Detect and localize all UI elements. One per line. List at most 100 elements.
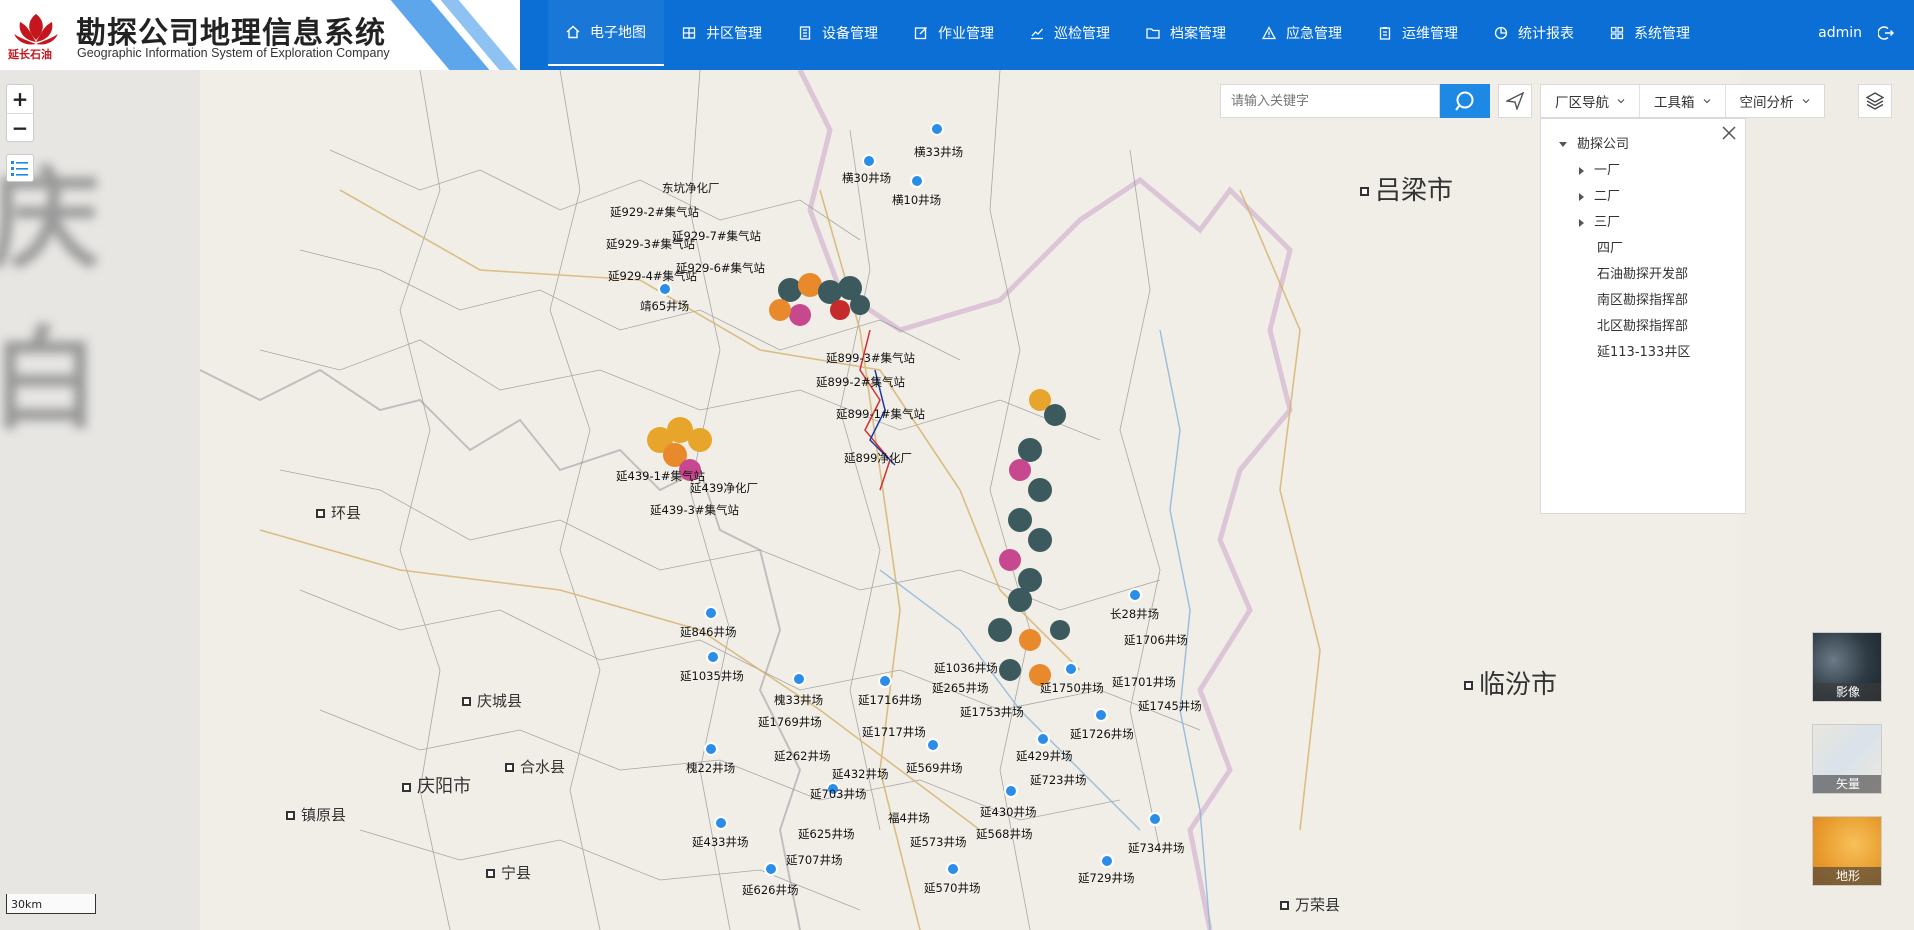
well-site-icon[interactable] (910, 174, 924, 188)
site-label[interactable]: 延439-3#集气站 (650, 502, 739, 518)
site-label[interactable]: 横33井场 (914, 144, 963, 160)
search-input[interactable] (1220, 84, 1440, 118)
tree-node-plant-4[interactable]: 四厂 (1597, 237, 1623, 256)
site-label[interactable]: 靖65井场 (640, 298, 689, 314)
site-label[interactable]: 延1745井场 (1138, 698, 1202, 714)
site-label[interactable]: 延262井场 (774, 748, 830, 764)
well-site-icon[interactable] (1094, 708, 1108, 722)
well-site-icon[interactable] (862, 154, 876, 168)
well-site-icon[interactable] (930, 122, 944, 136)
site-label[interactable]: 槐33井场 (774, 692, 823, 708)
zoom-in-button[interactable]: + (7, 85, 33, 113)
nav-item-electronic-map[interactable]: 电子地图 (548, 0, 664, 66)
site-label[interactable]: 延846井场 (680, 624, 736, 640)
username[interactable]: admin (1818, 25, 1862, 41)
nav-item-emergency[interactable]: 应急管理 (1244, 0, 1360, 66)
close-icon[interactable] (1721, 125, 1737, 141)
site-label[interactable]: 延1036井场 (934, 660, 998, 676)
site-label[interactable]: 延1717井场 (862, 724, 926, 740)
nav-item-operation[interactable]: 作业管理 (896, 0, 1012, 66)
well-site-icon[interactable] (1100, 854, 1114, 868)
well-site-icon[interactable] (878, 674, 892, 688)
site-label[interactable]: 延1035井场 (680, 668, 744, 684)
site-label[interactable]: 延429井场 (1016, 748, 1072, 764)
site-label[interactable]: 延703井场 (810, 786, 866, 802)
site-label[interactable]: 延430井场 (980, 804, 1036, 820)
nav-item-statistics[interactable]: 统计报表 (1476, 0, 1592, 66)
legend-button[interactable] (6, 154, 34, 182)
basemap-imagery-button[interactable]: 影像 (1812, 632, 1882, 702)
well-site-icon[interactable] (764, 862, 778, 876)
toolbox-dropdown[interactable]: 工具箱 (1640, 85, 1726, 117)
site-label[interactable]: 长28井场 (1110, 606, 1159, 622)
site-label[interactable]: 槐22井场 (686, 760, 735, 776)
site-label[interactable]: 横30井场 (842, 170, 891, 186)
search-button[interactable] (1440, 84, 1490, 118)
well-site-icon[interactable] (946, 862, 960, 876)
well-site-icon[interactable] (1004, 784, 1018, 798)
plant-nav-dropdown[interactable]: 厂区导航 (1541, 85, 1640, 117)
tree-node-north-command[interactable]: 北区勘探指挥部 (1597, 315, 1688, 334)
site-label[interactable]: 延929-2#集气站 (610, 204, 699, 220)
well-site-icon[interactable] (926, 738, 940, 752)
basemap-vector-button[interactable]: 矢量 (1812, 724, 1882, 794)
site-label[interactable]: 福4井场 (888, 810, 930, 826)
well-site-icon[interactable] (1064, 662, 1078, 676)
site-label[interactable]: 延929-7#集气站 (672, 228, 761, 244)
site-label[interactable]: 延569井场 (906, 760, 962, 776)
nav-item-maintenance[interactable]: 运维管理 (1360, 0, 1476, 66)
well-site-icon[interactable] (792, 672, 806, 686)
site-label[interactable]: 延1750井场 (1040, 680, 1104, 696)
well-site-icon[interactable] (706, 650, 720, 664)
site-label[interactable]: 延570井场 (924, 880, 980, 896)
map-canvas[interactable]: 庆白 吕梁市 临汾市 庆阳市 环县 庆城县 合水县 镇原县 宁县 万荣县 横33… (0, 70, 1914, 930)
site-label[interactable]: 延568井场 (976, 826, 1032, 842)
site-label[interactable]: 延1706井场 (1124, 632, 1188, 648)
tree-node-plant-3[interactable]: 三厂 (1579, 211, 1620, 230)
site-label[interactable]: 延433井场 (692, 834, 748, 850)
site-label[interactable]: 延899净化厂 (844, 450, 912, 466)
site-label[interactable]: 延899-3#集气站 (826, 350, 915, 366)
locate-button[interactable] (1498, 84, 1532, 118)
spatial-analysis-dropdown[interactable]: 空间分析 (1726, 85, 1824, 117)
site-label[interactable]: 延1753井场 (960, 704, 1024, 720)
site-label[interactable]: 延707井场 (786, 852, 842, 868)
tree-node-well-area[interactable]: 延113-133井区 (1597, 341, 1690, 360)
site-label[interactable]: 延723井场 (1030, 772, 1086, 788)
site-label[interactable]: 延265井场 (932, 680, 988, 696)
site-label[interactable]: 延1701井场 (1112, 674, 1176, 690)
basemap-terrain-button[interactable]: 地形 (1812, 816, 1882, 886)
nav-item-archive[interactable]: 档案管理 (1128, 0, 1244, 66)
tree-node-plant-1[interactable]: 一厂 (1579, 159, 1620, 178)
site-label[interactable]: 延899-2#集气站 (816, 374, 905, 390)
well-site-icon[interactable] (658, 282, 672, 296)
nav-item-equipment[interactable]: 设备管理 (780, 0, 896, 66)
site-label[interactable]: 延573井场 (910, 834, 966, 850)
site-label[interactable]: 延899-1#集气站 (836, 406, 925, 422)
site-label[interactable]: 东坑净化厂 (662, 180, 720, 196)
well-site-icon[interactable] (704, 606, 718, 620)
tree-node-exploration-dept[interactable]: 石油勘探开发部 (1597, 263, 1688, 282)
tree-node-south-command[interactable]: 南区勘探指挥部 (1597, 289, 1688, 308)
site-label[interactable]: 延1716井场 (858, 692, 922, 708)
site-label[interactable]: 延929-6#集气站 (676, 260, 765, 276)
layers-button[interactable] (1858, 84, 1892, 118)
zoom-out-button[interactable]: − (7, 113, 33, 141)
nav-item-system[interactable]: 系统管理 (1592, 0, 1708, 66)
well-site-icon[interactable] (714, 816, 728, 830)
site-label[interactable]: 延439净化厂 (690, 480, 758, 496)
site-label[interactable]: 延626井场 (742, 882, 798, 898)
nav-item-well-area[interactable]: 井区管理 (664, 0, 780, 66)
nav-item-inspection[interactable]: 巡检管理 (1012, 0, 1128, 66)
site-label[interactable]: 延432井场 (832, 766, 888, 782)
logout-icon[interactable] (1878, 25, 1894, 41)
well-site-icon[interactable] (1148, 812, 1162, 826)
site-label[interactable]: 延729井场 (1078, 870, 1134, 886)
site-label[interactable]: 延1726井场 (1070, 726, 1134, 742)
well-site-icon[interactable] (1036, 732, 1050, 746)
site-label[interactable]: 延734井场 (1128, 840, 1184, 856)
site-label[interactable]: 延625井场 (798, 826, 854, 842)
well-site-icon[interactable] (1128, 588, 1142, 602)
well-site-icon[interactable] (704, 742, 718, 756)
site-label[interactable]: 横10井场 (892, 192, 941, 208)
